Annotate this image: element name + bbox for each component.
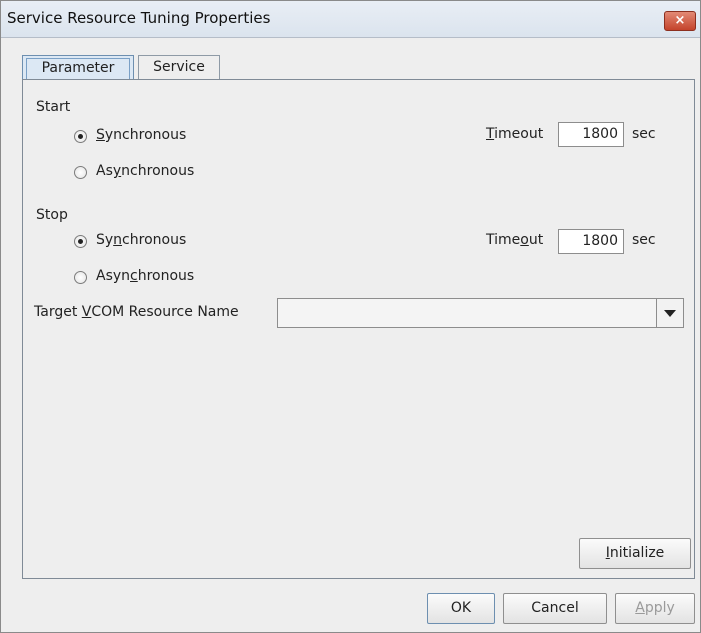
initialize-button[interactable]: Initialize — [579, 538, 691, 569]
stop-timeout-unit: sec — [632, 232, 656, 248]
start-timeout-label: Timeout — [486, 126, 544, 142]
close-icon[interactable]: × — [664, 11, 696, 31]
cancel-button[interactable]: Cancel — [503, 593, 607, 624]
chevron-down-icon[interactable] — [656, 299, 683, 327]
start-synchronous-radio[interactable] — [74, 130, 87, 143]
stop-synchronous-radio[interactable] — [74, 235, 87, 248]
stop-synchronous-label[interactable]: Synchronous — [96, 232, 186, 248]
dialog-title: Service Resource Tuning Properties — [7, 9, 271, 27]
apply-button[interactable]: Apply — [615, 593, 695, 624]
parameter-panel — [22, 79, 695, 579]
stop-section-label: Stop — [36, 207, 68, 223]
start-section-label: Start — [36, 99, 71, 115]
start-timeout-unit: sec — [632, 126, 656, 142]
title-bar[interactable]: Service Resource Tuning Properties × — [1, 1, 700, 38]
stop-timeout-input[interactable]: 1800 — [558, 229, 624, 254]
stop-asynchronous-radio[interactable] — [74, 271, 87, 284]
tab-parameter-label: Parameter — [41, 60, 115, 76]
tab-service[interactable]: Service — [138, 55, 220, 79]
ok-button[interactable]: OK — [427, 593, 495, 624]
start-timeout-input[interactable]: 1800 — [558, 122, 624, 147]
start-asynchronous-label[interactable]: Asynchronous — [96, 163, 194, 179]
target-vcom-label: Target VCOM Resource Name — [34, 304, 239, 320]
target-vcom-select[interactable] — [277, 298, 684, 328]
stop-timeout-label: Timeout — [486, 232, 544, 248]
stop-asynchronous-label[interactable]: Asynchronous — [96, 268, 194, 284]
tab-service-label: Service — [153, 59, 205, 75]
start-synchronous-label[interactable]: Synchronous — [96, 127, 186, 143]
start-asynchronous-radio[interactable] — [74, 166, 87, 179]
tab-parameter[interactable]: Parameter — [22, 55, 134, 79]
properties-dialog: Service Resource Tuning Properties × Par… — [0, 0, 701, 633]
